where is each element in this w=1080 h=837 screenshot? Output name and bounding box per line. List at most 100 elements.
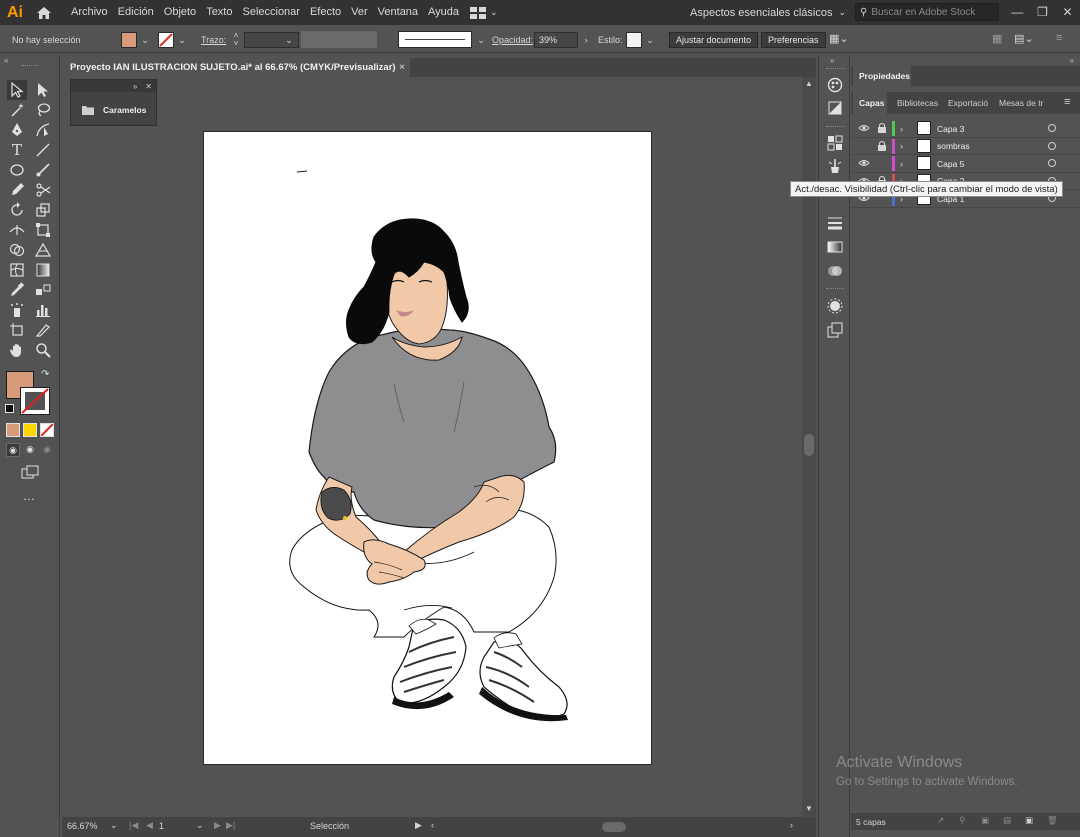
gradient-mode-button[interactable] (23, 423, 37, 437)
selection-tool-icon[interactable] (7, 80, 27, 100)
status-menu-icon[interactable]: ▶ (415, 820, 422, 831)
scale-tool-icon[interactable] (33, 200, 53, 220)
panel-menu-icon[interactable]: ≡ (1064, 96, 1070, 108)
free-transform-tool-icon[interactable] (33, 220, 53, 240)
shape-builder-tool-icon[interactable] (7, 240, 27, 260)
document-tab[interactable]: Proyecto IAN ILUSTRACION SUJETO.ai* al 6… (62, 58, 410, 77)
stroke-swatch[interactable] (158, 32, 174, 48)
artboard-number-field[interactable]: 1 (159, 821, 193, 831)
home-icon[interactable] (30, 0, 58, 25)
menu-objeto[interactable]: Objeto (159, 0, 201, 25)
arrange-documents-button[interactable]: ⌄ (470, 6, 498, 19)
chevron-right-icon[interactable]: › (900, 120, 910, 137)
symbol-sprayer-tool-icon[interactable] (7, 300, 27, 320)
opacity-field[interactable]: 39% (534, 32, 578, 48)
tools-grip[interactable] (22, 65, 38, 67)
draw-inside-icon[interactable]: ◉ (40, 443, 54, 457)
scroll-down-icon[interactable]: ▼ (805, 804, 813, 813)
zoom-field[interactable]: 66.67% (67, 821, 107, 831)
lock-icon[interactable] (877, 122, 887, 134)
tools-collapse-icon[interactable]: « (4, 56, 8, 65)
variable-width-profile[interactable] (301, 31, 377, 48)
eye-icon[interactable] (858, 122, 870, 134)
close-icon[interactable]: × (394, 58, 410, 77)
perspective-grid-tool-icon[interactable] (33, 240, 53, 260)
direct-selection-tool-icon[interactable] (33, 80, 53, 100)
close-icon[interactable]: ✕ (145, 82, 152, 91)
layer-target-icon[interactable] (1048, 124, 1056, 132)
curvature-tool-icon[interactable] (33, 120, 53, 140)
dock-grip[interactable] (826, 68, 844, 69)
width-tool-icon[interactable] (7, 220, 27, 240)
scroll-left-icon[interactable]: ‹ (431, 820, 434, 830)
layer-name[interactable]: sombras (937, 138, 970, 155)
lasso-tool-icon[interactable] (33, 100, 53, 120)
export-assets-icon[interactable]: ↗ (937, 815, 944, 826)
graphic-style-swatch[interactable] (626, 32, 642, 48)
close-window-button[interactable]: ✕ (1055, 1, 1080, 23)
prev-artboard-icon[interactable]: ◀ (146, 820, 153, 831)
graphic-styles-panel-icon[interactable] (826, 321, 844, 339)
tab-propiedades[interactable]: Propiedades (853, 66, 911, 86)
menu-ver[interactable]: Ver (346, 0, 373, 25)
dock-collapse-icon[interactable]: » (830, 56, 834, 65)
menu-edicion[interactable]: Edición (113, 0, 159, 25)
horizontal-scroll-thumb[interactable] (602, 822, 626, 832)
stock-search-input[interactable]: ⚲ Buscar en Adobe Stock (855, 3, 999, 21)
new-sublayer-icon[interactable]: ▤ (1003, 815, 1011, 826)
artboard[interactable] (204, 132, 651, 764)
menu-seleccionar[interactable]: Seleccionar (237, 0, 304, 25)
swap-colors-icon[interactable]: ↷ (41, 369, 49, 380)
scissors-tool-icon[interactable] (33, 180, 53, 200)
locate-object-icon[interactable]: ⚲ (959, 815, 965, 826)
chevron-right-icon[interactable]: › (580, 32, 592, 48)
paintbrush-tool-icon[interactable] (33, 160, 53, 180)
illustration[interactable] (204, 132, 651, 764)
expand-panel-icon[interactable]: » (133, 82, 137, 91)
stroke-color-box[interactable] (20, 387, 50, 415)
brush-definition[interactable] (398, 31, 472, 48)
layer-name[interactable]: Capa 5 (937, 155, 964, 172)
restore-button[interactable]: ❐ (1030, 1, 1055, 23)
tab-capas[interactable]: Capas (853, 92, 887, 114)
pen-tool-icon[interactable] (7, 120, 27, 140)
draw-behind-icon[interactable]: ◉ (23, 443, 37, 457)
scroll-thumb[interactable] (804, 434, 814, 456)
gradient-tool-icon[interactable] (33, 260, 53, 280)
transparency-panel-icon[interactable] (826, 262, 844, 280)
hand-tool-icon[interactable] (7, 340, 27, 360)
color-panel-icon[interactable] (826, 76, 844, 94)
menu-texto[interactable]: Texto (201, 0, 237, 25)
layer-target-icon[interactable] (1048, 159, 1056, 167)
none-mode-button[interactable] (40, 423, 54, 437)
chevron-right-icon[interactable]: › (900, 155, 910, 172)
slice-tool-icon[interactable] (33, 320, 53, 340)
swatches-panel-icon[interactable] (826, 134, 844, 152)
draw-normal-icon[interactable]: ◉ (6, 443, 20, 457)
chevron-down-icon[interactable]: ⌄ (110, 820, 118, 831)
distribute-icon[interactable]: ▤⌄ (1014, 32, 1034, 45)
screen-mode-icon[interactable] (21, 465, 39, 482)
layer-row[interactable]: › sombras (851, 138, 1080, 155)
layer-row[interactable]: › Capa 5 (851, 155, 1080, 173)
delete-layer-icon[interactable]: 🗑 (1047, 815, 1058, 826)
color-guide-icon[interactable] (826, 99, 844, 117)
type-tool-icon[interactable]: T (7, 140, 27, 160)
chevron-down-icon[interactable]: ⌄ (475, 32, 487, 48)
gradient-panel-icon[interactable] (826, 238, 844, 256)
column-graph-tool-icon[interactable] (33, 300, 53, 320)
layer-name[interactable]: Capa 3 (937, 120, 964, 137)
canvas[interactable] (62, 77, 802, 817)
eyedropper-tool-icon[interactable] (7, 280, 27, 300)
eye-icon[interactable] (858, 157, 870, 169)
artboard-tool-icon[interactable] (7, 320, 27, 340)
lock-icon[interactable] (877, 157, 887, 169)
tab-bibliotecas[interactable]: Bibliotecas (897, 92, 938, 114)
color-mode-button[interactable] (6, 423, 20, 437)
layer-row[interactable]: › Capa 3 (851, 120, 1080, 138)
magic-wand-tool-icon[interactable] (7, 100, 27, 120)
stroke-weight-stepper[interactable]: ˄ ˅ (229, 32, 243, 48)
fit-document-button[interactable]: Ajustar documento (669, 32, 759, 48)
panel-collapse-icon[interactable]: » (1070, 56, 1074, 65)
ellipse-tool-icon[interactable] (7, 160, 27, 180)
